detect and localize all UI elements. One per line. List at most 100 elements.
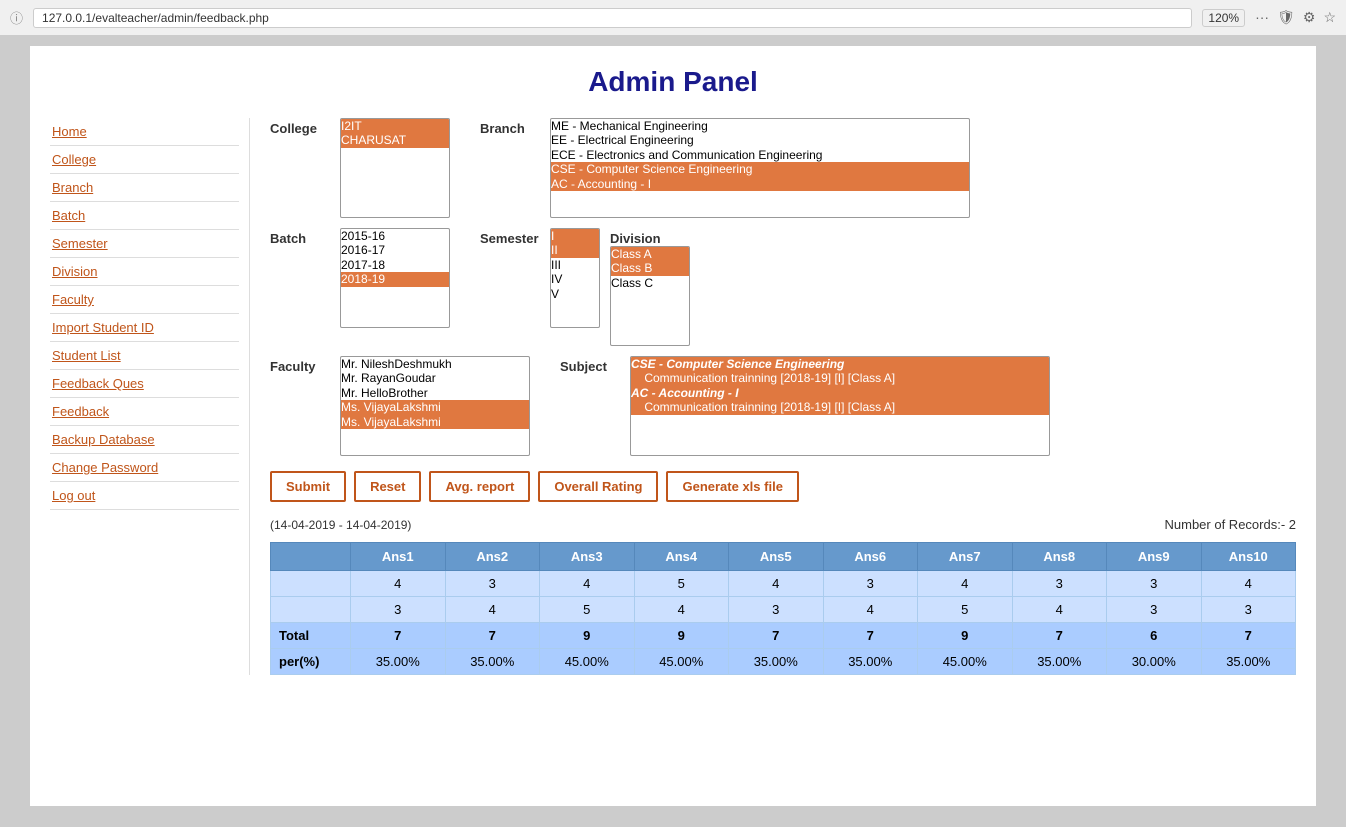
overall-rating-button[interactable]: Overall Rating (538, 471, 658, 502)
form-row-2: Batch 2015-16 2016-17 2017-18 2018-19 Se… (270, 228, 1296, 346)
sidebar-item-logout[interactable]: Log out (50, 482, 239, 510)
cell-ans6-r2: 4 (823, 597, 918, 623)
faculty-label: Faculty (270, 356, 330, 374)
col-header-ans6: Ans6 (823, 543, 918, 571)
reset-button[interactable]: Reset (354, 471, 421, 502)
cell-ans6-r1: 3 (823, 571, 918, 597)
sidebar-item-branch[interactable]: Branch (50, 174, 239, 202)
sidebar-item-home[interactable]: Home (50, 118, 239, 146)
records-count: Number of Records:- 2 (1165, 517, 1297, 532)
college-label: College (270, 118, 330, 136)
form-row-3: Faculty Mr. NileshDeshmukh Mr. RayanGoud… (270, 356, 1296, 456)
main-content: College I2IT CHARUSAT Branch ME - Mechan… (250, 118, 1296, 675)
col-header-ans3: Ans3 (540, 543, 635, 571)
total-ans2: 7 (445, 623, 540, 649)
pct-ans9: 30.00% (1107, 649, 1202, 675)
total-ans5: 7 (729, 623, 824, 649)
pct-ans1: 35.00% (351, 649, 446, 675)
sidebar-item-change-password[interactable]: Change Password (50, 454, 239, 482)
menu-icon[interactable]: ··· (1255, 9, 1269, 26)
sem-div-container: I II III IV V Division Class A Class B C… (550, 228, 690, 346)
faculty-select[interactable]: Mr. NileshDeshmukh Mr. RayanGoudar Mr. H… (340, 356, 530, 456)
avg-report-button[interactable]: Avg. report (429, 471, 530, 502)
sidebar-item-division[interactable]: Division (50, 258, 239, 286)
table-row: 3 4 5 4 3 4 5 4 3 3 (271, 597, 1296, 623)
pct-ans7: 45.00% (918, 649, 1013, 675)
subject-select[interactable]: CSE - Computer Science Engineering Commu… (630, 356, 1050, 456)
total-ans3: 9 (540, 623, 635, 649)
cell-ans9-r1: 3 (1107, 571, 1202, 597)
sidebar-item-college[interactable]: College (50, 146, 239, 174)
branch-group: Branch ME - Mechanical Engineering EE - … (480, 118, 970, 218)
shield-icon: 🛡 (1277, 9, 1295, 26)
content-area: Home College Branch Batch Semester Divis… (50, 118, 1296, 675)
cell-ans5-r1: 4 (729, 571, 824, 597)
cell-ans7-r2: 5 (918, 597, 1013, 623)
total-ans6: 7 (823, 623, 918, 649)
percent-label: per(%) (271, 649, 351, 675)
semester-select[interactable]: I II III IV V (550, 228, 600, 328)
pct-ans5: 35.00% (729, 649, 824, 675)
batch-label: Batch (270, 228, 330, 246)
table-row: 4 3 4 5 4 3 4 3 3 4 (271, 571, 1296, 597)
pct-ans6: 35.00% (823, 649, 918, 675)
col-header-ans4: Ans4 (634, 543, 729, 571)
branch-label: Branch (480, 118, 540, 136)
settings-icon[interactable]: ⚙ (1303, 9, 1316, 26)
date-range: (14-04-2019 - 14-04-2019) (270, 518, 411, 532)
percent-row: per(%) 35.00% 35.00% 45.00% 45.00% 35.00… (271, 649, 1296, 675)
row-label (271, 571, 351, 597)
sidebar-item-student-list[interactable]: Student List (50, 342, 239, 370)
browser-actions: ··· 🛡 ⚙ ☆ (1255, 9, 1336, 26)
sidebar: Home College Branch Batch Semester Divis… (50, 118, 250, 675)
col-header-ans2: Ans2 (445, 543, 540, 571)
batch-select[interactable]: 2015-16 2016-17 2017-18 2018-19 (340, 228, 450, 328)
star-icon[interactable]: ☆ (1323, 9, 1336, 26)
sidebar-item-batch[interactable]: Batch (50, 202, 239, 230)
col-header-label (271, 543, 351, 571)
cell-ans10-r2: 3 (1201, 597, 1296, 623)
col-header-ans5: Ans5 (729, 543, 824, 571)
generate-xls-button[interactable]: Generate xls file (666, 471, 798, 502)
sidebar-item-faculty[interactable]: Faculty (50, 286, 239, 314)
form-row-1: College I2IT CHARUSAT Branch ME - Mechan… (270, 118, 1296, 218)
subject-label: Subject (560, 356, 620, 374)
sidebar-item-feedback[interactable]: Feedback (50, 398, 239, 426)
results-section: (14-04-2019 - 14-04-2019) Number of Reco… (270, 517, 1296, 532)
cell-ans9-r2: 3 (1107, 597, 1202, 623)
pct-ans4: 45.00% (634, 649, 729, 675)
results-table: Ans1 Ans2 Ans3 Ans4 Ans5 Ans6 Ans7 Ans8 … (270, 542, 1296, 675)
branch-select[interactable]: ME - Mechanical Engineering EE - Electri… (550, 118, 970, 218)
cell-ans4-r2: 4 (634, 597, 729, 623)
cell-ans5-r2: 3 (729, 597, 824, 623)
total-ans4: 9 (634, 623, 729, 649)
pct-ans8: 35.00% (1012, 649, 1107, 675)
url-bar[interactable]: 127.0.0.1/evalteacher/admin/feedback.php (33, 8, 1192, 28)
info-icon: ⓘ (10, 8, 23, 27)
cell-ans2-r2: 4 (445, 597, 540, 623)
cell-ans3-r2: 5 (540, 597, 635, 623)
total-ans9: 6 (1107, 623, 1202, 649)
batch-group: Batch 2015-16 2016-17 2017-18 2018-19 (270, 228, 450, 346)
sidebar-item-feedback-ques[interactable]: Feedback Ques (50, 370, 239, 398)
url-text: 127.0.0.1/evalteacher/admin/feedback.php (42, 11, 269, 25)
cell-ans8-r1: 3 (1012, 571, 1107, 597)
sidebar-item-semester[interactable]: Semester (50, 230, 239, 258)
division-select[interactable]: Class A Class B Class C (610, 246, 690, 346)
sidebar-item-import-student-id[interactable]: Import Student ID (50, 314, 239, 342)
cell-ans8-r2: 4 (1012, 597, 1107, 623)
cell-ans4-r1: 5 (634, 571, 729, 597)
total-label: Total (271, 623, 351, 649)
col-header-ans9: Ans9 (1107, 543, 1202, 571)
college-select[interactable]: I2IT CHARUSAT (340, 118, 450, 218)
sidebar-item-backup-database[interactable]: Backup Database (50, 426, 239, 454)
cell-ans2-r1: 3 (445, 571, 540, 597)
pct-ans10: 35.00% (1201, 649, 1296, 675)
total-ans1: 7 (351, 623, 446, 649)
cell-ans10-r1: 4 (1201, 571, 1296, 597)
total-ans8: 7 (1012, 623, 1107, 649)
submit-button[interactable]: Submit (270, 471, 346, 502)
row-label (271, 597, 351, 623)
cell-ans7-r1: 4 (918, 571, 1013, 597)
semester-division-group: Semester I II III IV V Division Cla (480, 228, 690, 346)
